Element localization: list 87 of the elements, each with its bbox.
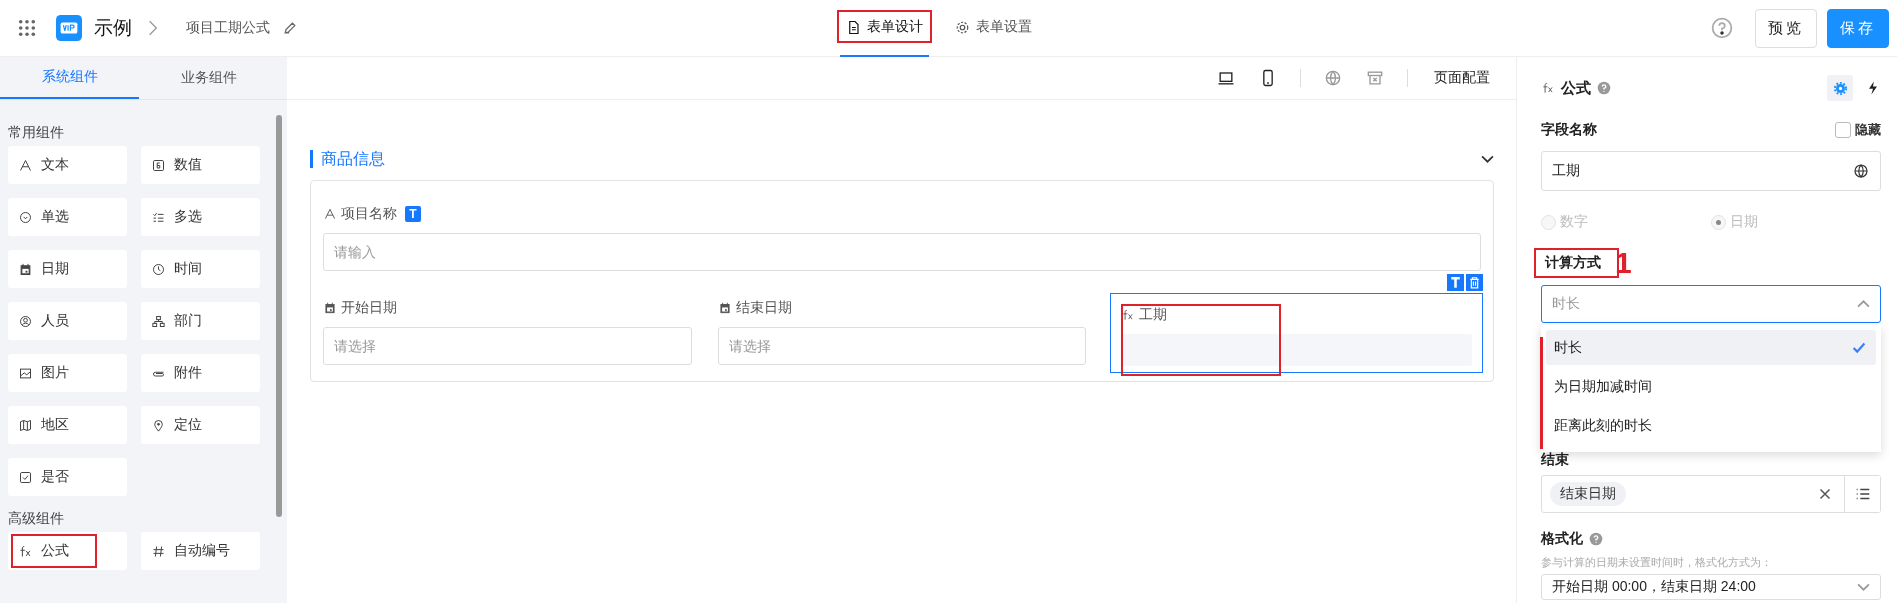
component-item[interactable]: 部门 [141,302,260,340]
top-tab[interactable]: 表单设计 [840,0,929,57]
component-item[interactable]: 是否 [8,458,127,496]
fx-icon [1541,81,1555,95]
vip-logo-icon [56,15,82,41]
component-item[interactable]: 多选 [141,198,260,236]
top-tab[interactable]: 表单设置 [949,0,1038,57]
field-label: 工期 [1139,306,1168,324]
component-item[interactable]: 数值 [141,146,260,184]
letter-icon [18,157,33,173]
form-field[interactable]: 结束日期 请选择 [715,293,1089,367]
map-icon [18,417,33,433]
location-pin-icon [151,417,166,433]
org-chart-icon [151,313,166,329]
chevron-right-icon [148,19,158,37]
component-item[interactable]: 单选 [8,198,127,236]
calendar-icon [323,301,337,315]
hint-text: 参与计算的日期未设置时间时，格式化方式为： [1541,555,1773,570]
component-item[interactable]: 自动编号 [141,532,260,570]
panel-title: 公式 [1561,78,1591,98]
checkbox[interactable] [1835,122,1851,138]
scrollbar[interactable] [276,115,282,517]
chevron-down-icon [1857,583,1870,591]
document-icon [846,19,861,35]
field-label: 项目名称 [341,205,397,223]
group-title: 常用组件 [8,123,65,142]
app-name: 示例 [94,16,132,40]
component-item[interactable]: 公式 [8,532,127,570]
component-item[interactable]: 文本 [8,146,127,184]
clock-icon [151,261,166,277]
calendar-icon [717,301,732,315]
letter-icon [323,207,337,221]
fx-icon [18,543,33,559]
component-item[interactable]: 时间 [141,250,260,288]
number-box-icon [151,157,166,173]
field-label: 格式化 [1541,530,1583,548]
preview-button[interactable]: 预览 [1755,8,1817,48]
component-item[interactable]: 地区 [8,406,127,444]
form-field[interactable]: 项目名称 T 请输入 [321,199,1483,273]
field-label: 字段名称 [1541,121,1597,139]
component-item[interactable]: 定位 [141,406,260,444]
image-icon [18,365,33,381]
calendar-icon [18,261,33,277]
sidebar-tab[interactable]: 业务组件 [139,57,278,99]
type-badge: T [405,206,421,222]
select-field[interactable]: 开始日期 00:00，结束日期 24:00 [1541,574,1881,600]
input-field[interactable]: 工期 [1541,151,1881,191]
letter-t-icon [1447,274,1464,291]
sidebar-tab[interactable]: 系统组件 [0,57,139,99]
globe-icon [1852,162,1870,180]
group-title: 高级组件 [8,509,65,528]
checkbox-label: 隐藏 [1855,121,1881,139]
globe-icon [1323,68,1343,88]
person-circle-icon [18,313,33,329]
component-item[interactable]: 日期 [8,250,127,288]
radio-label: 数字 [1560,213,1588,231]
field-label: 结束日期 [735,299,792,317]
settings-button[interactable] [1827,75,1853,101]
input-field[interactable]: 请输入 [323,233,1481,271]
circle-caret-icon [18,209,33,225]
pencil-icon [282,20,298,36]
section-title: 商品信息 [310,150,385,168]
help-icon [1711,17,1733,39]
form-title: 项目工期公式 [186,19,270,37]
dropdown-option[interactable]: 为日期加减时间 [1546,369,1876,404]
input-field[interactable]: 请选择 [717,327,1087,365]
apps-grid-icon [18,19,36,37]
help-icon [1597,81,1611,95]
component-item[interactable]: 图片 [8,354,127,392]
radio-label: 日期 [1730,213,1758,231]
field-label: 结束 [1541,451,1570,469]
field-label: 开始日期 [341,299,397,317]
chevron-up-icon [1857,300,1870,308]
trash-icon [1466,274,1483,291]
page-config-link[interactable]: 页面配置 [1434,69,1490,87]
checkbox-icon [18,469,33,485]
hash-icon [151,543,166,559]
gear-icon [955,19,970,35]
dropdown-option[interactable]: 时长 [1546,330,1876,365]
settings-icon [1832,80,1848,96]
input-field[interactable]: 请选择 [323,327,692,365]
help-icon [1589,532,1603,546]
field-label: 计算方式 [1545,254,1601,270]
component-item[interactable]: 附件 [141,354,260,392]
component-item[interactable]: 人员 [8,302,127,340]
form-field[interactable]: 开始日期 请选择 [321,293,694,367]
dropdown-option[interactable]: 距离此刻的时长 [1546,408,1876,443]
